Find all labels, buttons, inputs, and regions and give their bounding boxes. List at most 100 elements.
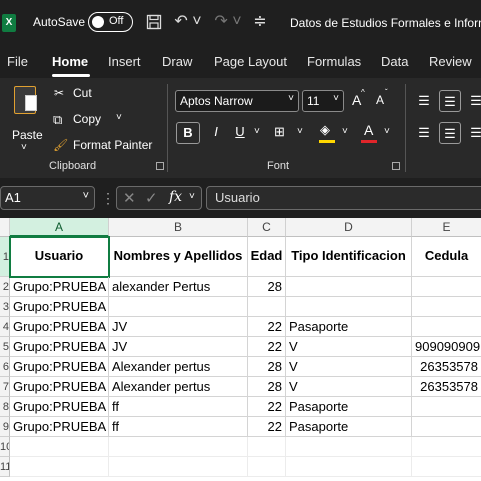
table-cell[interactable]: Grupo:PRUEBA (10, 397, 109, 417)
copy-button[interactable]: Copy (73, 112, 101, 126)
format-painter-button[interactable]: Format Painter (73, 138, 152, 152)
copy-chevron-icon[interactable]: ˅ (116, 112, 122, 123)
row-header-7[interactable]: 7 (0, 377, 10, 397)
borders-chevron-icon[interactable]: ˅ (297, 126, 303, 137)
fill-chevron-icon[interactable]: ˅ (342, 126, 348, 137)
align-bottom-icon[interactable]: ☰ (465, 90, 481, 112)
font-size-select[interactable]: 11 ˅ (302, 90, 344, 112)
row-header-3[interactable]: 3 (0, 297, 10, 317)
table-cell[interactable] (412, 397, 481, 417)
table-cell[interactable] (412, 317, 481, 337)
table-cell[interactable]: 28 (248, 377, 286, 397)
table-cell[interactable]: JV (109, 317, 248, 337)
row-header-6[interactable]: 6 (0, 357, 10, 377)
table-cell[interactable] (412, 277, 481, 297)
table-cell[interactable]: 26353578 (412, 377, 481, 397)
table-cell[interactable]: V (286, 337, 412, 357)
table-cell[interactable]: Grupo:PRUEBA (10, 377, 109, 397)
cancel-icon[interactable]: ✕ (123, 189, 136, 207)
table-cell[interactable]: ff (109, 397, 248, 417)
table-cell[interactable]: Grupo:PRUEBA (10, 297, 109, 317)
table-cell[interactable] (286, 297, 412, 317)
table-cell[interactable] (286, 437, 412, 457)
table-cell[interactable]: Grupo:PRUEBA (10, 277, 109, 297)
font-color-icon[interactable]: A (364, 122, 373, 138)
column-header-b[interactable]: B (109, 218, 248, 237)
table-cell[interactable] (412, 437, 481, 457)
header-cell-cedula[interactable]: Cedula (412, 237, 481, 277)
table-cell[interactable] (109, 437, 248, 457)
select-all-corner[interactable] (0, 218, 10, 237)
table-cell[interactable]: ff (109, 417, 248, 437)
menu-home[interactable]: Home (52, 54, 88, 69)
table-cell[interactable]: V (286, 377, 412, 397)
grow-font-icon[interactable]: A (352, 92, 361, 108)
menu-file[interactable]: File (7, 54, 28, 69)
table-cell[interactable] (412, 297, 481, 317)
font-launcher-icon[interactable] (392, 162, 400, 170)
table-cell[interactable] (109, 297, 248, 317)
row-header-2[interactable]: 2 (0, 277, 10, 297)
header-cell-edad[interactable]: Edad (248, 237, 286, 277)
row-header-1[interactable]: 1 (0, 237, 10, 277)
row-header-8[interactable]: 8 (0, 397, 10, 417)
table-cell[interactable] (10, 457, 109, 477)
align-top-icon[interactable]: ☰ (413, 90, 435, 112)
align-center-icon[interactable]: ☰ (439, 122, 461, 144)
italic-button[interactable]: I (204, 122, 228, 144)
menu-data[interactable]: Data (381, 54, 408, 69)
table-cell[interactable] (248, 457, 286, 477)
table-cell[interactable]: Alexander pertus (109, 377, 248, 397)
table-cell[interactable] (286, 457, 412, 477)
table-cell[interactable]: Pasaporte (286, 397, 412, 417)
cut-button[interactable]: Cut (73, 86, 92, 100)
table-cell[interactable]: Grupo:PRUEBA (10, 357, 109, 377)
table-cell[interactable]: 28 (248, 357, 286, 377)
name-box[interactable]: A1 ˅ (0, 186, 95, 210)
paste-chevron-icon[interactable]: ˅ (21, 142, 27, 153)
row-header-10[interactable]: 10 (0, 437, 10, 457)
table-cell[interactable] (248, 297, 286, 317)
save-icon[interactable] (144, 11, 164, 33)
fill-color-icon[interactable]: ◈ (320, 122, 330, 138)
underline-chevron-icon[interactable]: ˅ (254, 126, 260, 137)
table-cell[interactable]: alexander Pertus (109, 277, 248, 297)
table-cell[interactable] (10, 437, 109, 457)
menu-insert[interactable]: Insert (108, 54, 141, 69)
menu-formulas[interactable]: Formulas (307, 54, 361, 69)
column-header-c[interactable]: C (248, 218, 286, 237)
table-cell[interactable]: 22 (248, 337, 286, 357)
header-cell-usuario[interactable]: Usuario (10, 237, 109, 277)
undo-icon[interactable]: ↶ ˅ (172, 11, 204, 33)
table-cell[interactable] (109, 457, 248, 477)
header-cell-tipo[interactable]: Tipo Identificacion (286, 237, 412, 277)
table-cell[interactable]: Grupo:PRUEBA (10, 417, 109, 437)
row-header-4[interactable]: 4 (0, 317, 10, 337)
column-header-e[interactable]: E (412, 218, 481, 237)
underline-button[interactable]: U (228, 122, 252, 144)
cut-icon[interactable]: ✂ (54, 86, 64, 100)
autosave-toggle[interactable]: Off (88, 12, 133, 32)
table-cell[interactable]: Grupo:PRUEBA (10, 337, 109, 357)
format-painter-icon[interactable]: 🖌 (53, 138, 68, 152)
menu-draw[interactable]: Draw (162, 54, 192, 69)
table-cell[interactable]: Pasaporte (286, 317, 412, 337)
shrink-font-icon[interactable]: A (376, 93, 384, 107)
clipboard-launcher-icon[interactable] (156, 162, 164, 170)
borders-icon[interactable]: ⊞ (274, 124, 285, 140)
font-color-chevron-icon[interactable]: ˅ (384, 126, 390, 137)
table-cell[interactable]: 28 (248, 277, 286, 297)
table-cell[interactable]: Alexander pertus (109, 357, 248, 377)
table-cell[interactable]: 22 (248, 417, 286, 437)
table-cell[interactable]: JV (109, 337, 248, 357)
row-header-11[interactable]: 11 (0, 457, 10, 477)
column-header-a[interactable]: A (10, 218, 109, 237)
table-cell[interactable]: 909090909 (412, 337, 481, 357)
table-cell[interactable] (248, 437, 286, 457)
align-left-icon[interactable]: ☰ (413, 122, 435, 144)
table-cell[interactable]: 22 (248, 317, 286, 337)
table-cell[interactable] (286, 277, 412, 297)
table-cell[interactable] (412, 417, 481, 437)
redo-icon[interactable]: ↷ ˅ (212, 11, 244, 33)
table-cell[interactable]: 22 (248, 397, 286, 417)
